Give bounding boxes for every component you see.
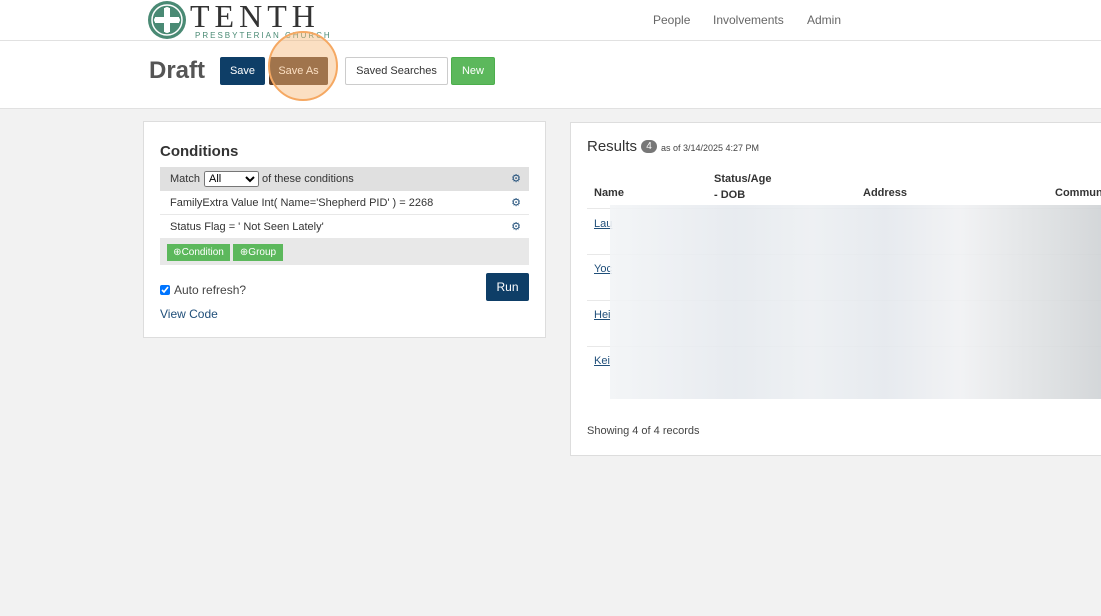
condition-text[interactable]: Status Flag = ' Not Seen Lately'	[170, 221, 324, 233]
col-header-status-age[interactable]: Status/Age - DOB	[714, 171, 771, 203]
run-button[interactable]: Run	[486, 273, 529, 301]
match-prefix: Match	[170, 173, 200, 185]
add-group-button[interactable]: ⊕Group	[233, 244, 283, 261]
condition-row[interactable]: FamilyExtra Value Int( Name='Shepherd PI…	[160, 191, 529, 215]
results-panel: Results 4 as of 3/14/2025 4:27 PM Name S…	[570, 122, 1101, 456]
result-name-link[interactable]: Hei	[594, 309, 611, 321]
add-condition-button[interactable]: ⊕Condition	[167, 244, 230, 261]
match-suffix: of these conditions	[262, 173, 354, 185]
results-timestamp: as of 3/14/2025 4:27 PM	[660, 143, 760, 153]
save-button[interactable]: Save	[220, 57, 265, 85]
brand-subtitle: PRESBYTERIAN CHURCH	[195, 31, 332, 40]
new-search-button[interactable]: New	[451, 57, 495, 85]
view-code-link[interactable]: View Code	[160, 307, 218, 321]
nav-admin[interactable]: Admin	[807, 13, 841, 27]
result-name-link[interactable]: Kei	[594, 355, 610, 367]
gear-icon[interactable]: ⚙	[511, 172, 521, 185]
conditions-footer: ⊕Condition ⊕Group	[160, 239, 529, 265]
cross-logo-icon	[148, 1, 186, 39]
brand-name: TENTH	[190, 0, 320, 34]
saved-searches-button[interactable]: Saved Searches	[345, 57, 448, 85]
conditions-panel: Conditions Match All Any None of these c…	[143, 121, 546, 338]
condition-row[interactable]: Status Flag = ' Not Seen Lately' ⚙	[160, 215, 529, 239]
conditions-table: Match All Any None of these conditions ⚙…	[160, 167, 529, 265]
nav-people[interactable]: People	[653, 13, 690, 27]
gear-icon[interactable]: ⚙	[511, 196, 521, 209]
results-heading-group: Results 4 as of 3/14/2025 4:27 PM	[587, 138, 759, 155]
match-select[interactable]: All Any None	[204, 171, 259, 187]
search-toolbar: Draft Save Save As Saved Searches New	[0, 41, 1101, 109]
save-as-button[interactable]: Save As	[269, 57, 328, 85]
conditions-heading: Conditions	[160, 143, 239, 160]
auto-refresh-checkbox[interactable]	[160, 285, 170, 295]
auto-refresh-toggle[interactable]: Auto refresh?	[160, 283, 246, 297]
nav-involvements[interactable]: Involvements	[713, 13, 784, 27]
redacted-area	[610, 205, 1101, 399]
results-heading: Results	[587, 138, 638, 155]
results-count-badge: 4	[641, 140, 657, 153]
records-summary: Showing 4 of 4 records	[587, 425, 700, 437]
auto-refresh-label: Auto refresh?	[174, 283, 247, 297]
condition-text[interactable]: FamilyExtra Value Int( Name='Shepherd PI…	[170, 197, 433, 209]
match-row: Match All Any None of these conditions ⚙	[160, 167, 529, 191]
gear-icon[interactable]: ⚙	[511, 220, 521, 233]
page-title: Draft	[149, 57, 206, 84]
col-header-name[interactable]: Name	[594, 187, 624, 199]
plus-circle-icon: ⊕	[173, 247, 182, 258]
col-header-community[interactable]: Commun	[1055, 187, 1101, 199]
col-header-address[interactable]: Address	[863, 187, 907, 199]
top-navbar: TENTH PRESBYTERIAN CHURCH People Involve…	[0, 0, 1101, 41]
